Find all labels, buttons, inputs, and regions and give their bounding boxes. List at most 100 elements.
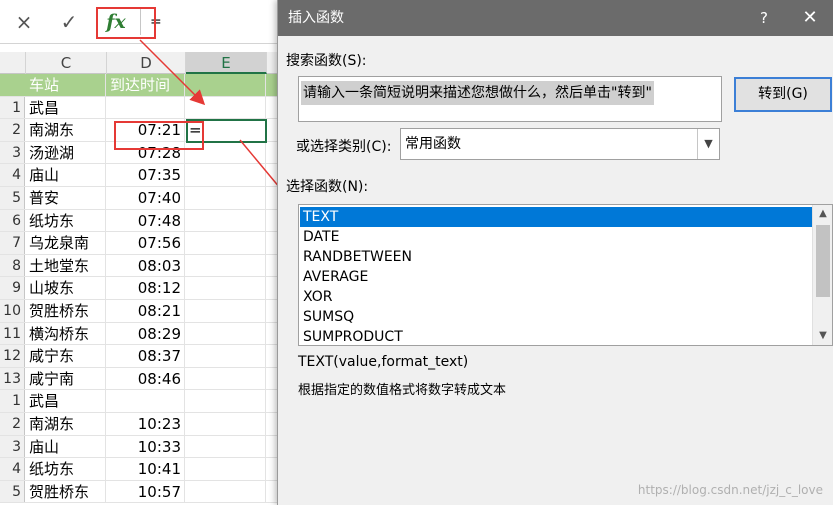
row-number[interactable]: 5 [0,187,25,209]
row-number[interactable]: 7 [0,232,25,254]
e-cell[interactable] [186,345,266,367]
header-e[interactable] [186,74,266,96]
station-cell[interactable]: 乌龙泉南 [26,232,106,254]
time-cell[interactable]: 08:37 [107,345,185,367]
e-cell[interactable] [186,164,266,186]
time-cell[interactable]: 08:46 [107,367,185,390]
row-number[interactable]: 1 [0,96,25,119]
row-number[interactable]: 9 [0,277,25,299]
e-cell[interactable] [186,390,266,412]
station-cell[interactable]: 土地堂东 [26,254,106,277]
station-cell[interactable]: 汤逊湖 [26,141,106,164]
station-cell[interactable]: 庙山 [26,164,106,186]
time-cell[interactable]: 10:33 [107,435,185,458]
scrollbar-thumb[interactable] [816,225,830,297]
row-number[interactable]: 1 [0,390,25,412]
e-cell[interactable] [186,277,266,299]
e-cell[interactable] [186,300,266,322]
time-cell[interactable]: 07:56 [107,232,185,254]
e-cell[interactable] [186,480,266,503]
cancel-icon[interactable]: × [11,9,37,35]
station-cell[interactable]: 庙山 [26,435,106,458]
time-cell[interactable] [107,390,185,412]
column-header-d[interactable]: D [107,52,186,74]
list-item[interactable]: DATE [300,227,812,247]
time-cell[interactable]: 10:23 [107,413,185,435]
e-cell[interactable] [186,96,266,119]
e-cell[interactable] [186,458,266,480]
close-icon[interactable]: ✕ [798,0,822,36]
row-number[interactable]: 10 [0,300,25,322]
time-cell[interactable] [107,96,185,119]
station-cell[interactable]: 南湖东 [26,119,106,141]
list-scrollbar[interactable]: ▲ ▼ [812,205,832,345]
search-function-input[interactable]: 请输入一条简短说明来描述您想做什么，然后单击"转到" [298,76,722,122]
row-number[interactable]: 3 [0,141,25,164]
goto-button[interactable]: 转到(G) [734,77,832,112]
category-select[interactable]: 常用函数 ▼ [400,128,720,160]
dialog-titlebar[interactable]: 插入函数 ? ✕ [278,0,833,36]
time-cell[interactable]: 08:03 [107,254,185,277]
corner-cell[interactable] [0,52,26,74]
time-cell[interactable]: 07:48 [107,209,185,232]
time-cell[interactable]: 08:12 [107,277,185,299]
time-cell[interactable]: 08:29 [107,322,185,345]
confirm-icon[interactable]: ✓ [56,9,82,35]
e-cell[interactable] [186,413,266,435]
time-cell[interactable]: 10:57 [107,480,185,503]
e-cell[interactable] [186,367,266,390]
watermark: https://blog.csdn.net/jzj_c_love [637,483,823,497]
e-cell[interactable] [186,187,266,209]
e-cell[interactable] [186,254,266,277]
scroll-up-icon[interactable]: ▲ [813,205,832,223]
e-cell[interactable] [186,232,266,254]
function-list[interactable]: TEXT DATE RANDBETWEEN AVERAGE XOR SUMSQ … [298,204,833,346]
table-row: 10 贺胜桥东 08:21 [0,300,290,323]
e-cell[interactable] [186,322,266,345]
time-cell[interactable]: 07:40 [107,187,185,209]
row-number[interactable]: 2 [0,413,25,435]
station-cell[interactable]: 南湖东 [26,413,106,435]
station-cell[interactable]: 贺胜桥东 [26,300,106,322]
list-item[interactable]: SUMPRODUCT [300,327,812,345]
time-cell[interactable]: 08:21 [107,300,185,322]
row-number[interactable]: 2 [0,119,25,141]
station-cell[interactable]: 纸坊东 [26,209,106,232]
header-arrival-time[interactable]: 到达时间 [107,74,185,96]
formula-input[interactable]: = [150,10,280,34]
time-cell[interactable]: 10:41 [107,458,185,480]
chevron-down-icon[interactable]: ▼ [697,129,719,159]
row-number[interactable]: 5 [0,480,25,503]
row-number[interactable]: 13 [0,367,25,390]
list-item[interactable]: XOR [300,287,812,307]
row-number[interactable]: 3 [0,435,25,458]
list-item-selected[interactable]: TEXT [300,207,812,227]
scroll-down-icon[interactable]: ▼ [813,327,832,345]
station-cell[interactable]: 武昌 [26,390,106,412]
time-cell[interactable]: 07:35 [107,164,185,186]
row-number[interactable] [0,74,25,96]
row-number[interactable]: 4 [0,458,25,480]
list-item[interactable]: SUMSQ [300,307,812,327]
row-number[interactable]: 8 [0,254,25,277]
row-number[interactable]: 6 [0,209,25,232]
station-cell[interactable]: 横沟桥东 [26,322,106,345]
column-header-e[interactable]: E [186,52,267,74]
row-number[interactable]: 4 [0,164,25,186]
e-cell[interactable] [186,435,266,458]
station-cell[interactable]: 咸宁东 [26,345,106,367]
station-cell[interactable]: 山坡东 [26,277,106,299]
list-item[interactable]: AVERAGE [300,267,812,287]
row-number[interactable]: 11 [0,322,25,345]
station-cell[interactable]: 普安 [26,187,106,209]
row-number[interactable]: 12 [0,345,25,367]
station-cell[interactable]: 纸坊东 [26,458,106,480]
column-header-c[interactable]: C [26,52,107,74]
e-cell[interactable] [186,209,266,232]
list-item[interactable]: RANDBETWEEN [300,247,812,267]
help-icon[interactable]: ? [754,0,774,36]
station-cell[interactable]: 贺胜桥东 [26,480,106,503]
station-cell[interactable]: 咸宁南 [26,367,106,390]
header-station[interactable]: 车站 [26,74,106,96]
station-cell[interactable]: 武昌 [26,96,106,119]
